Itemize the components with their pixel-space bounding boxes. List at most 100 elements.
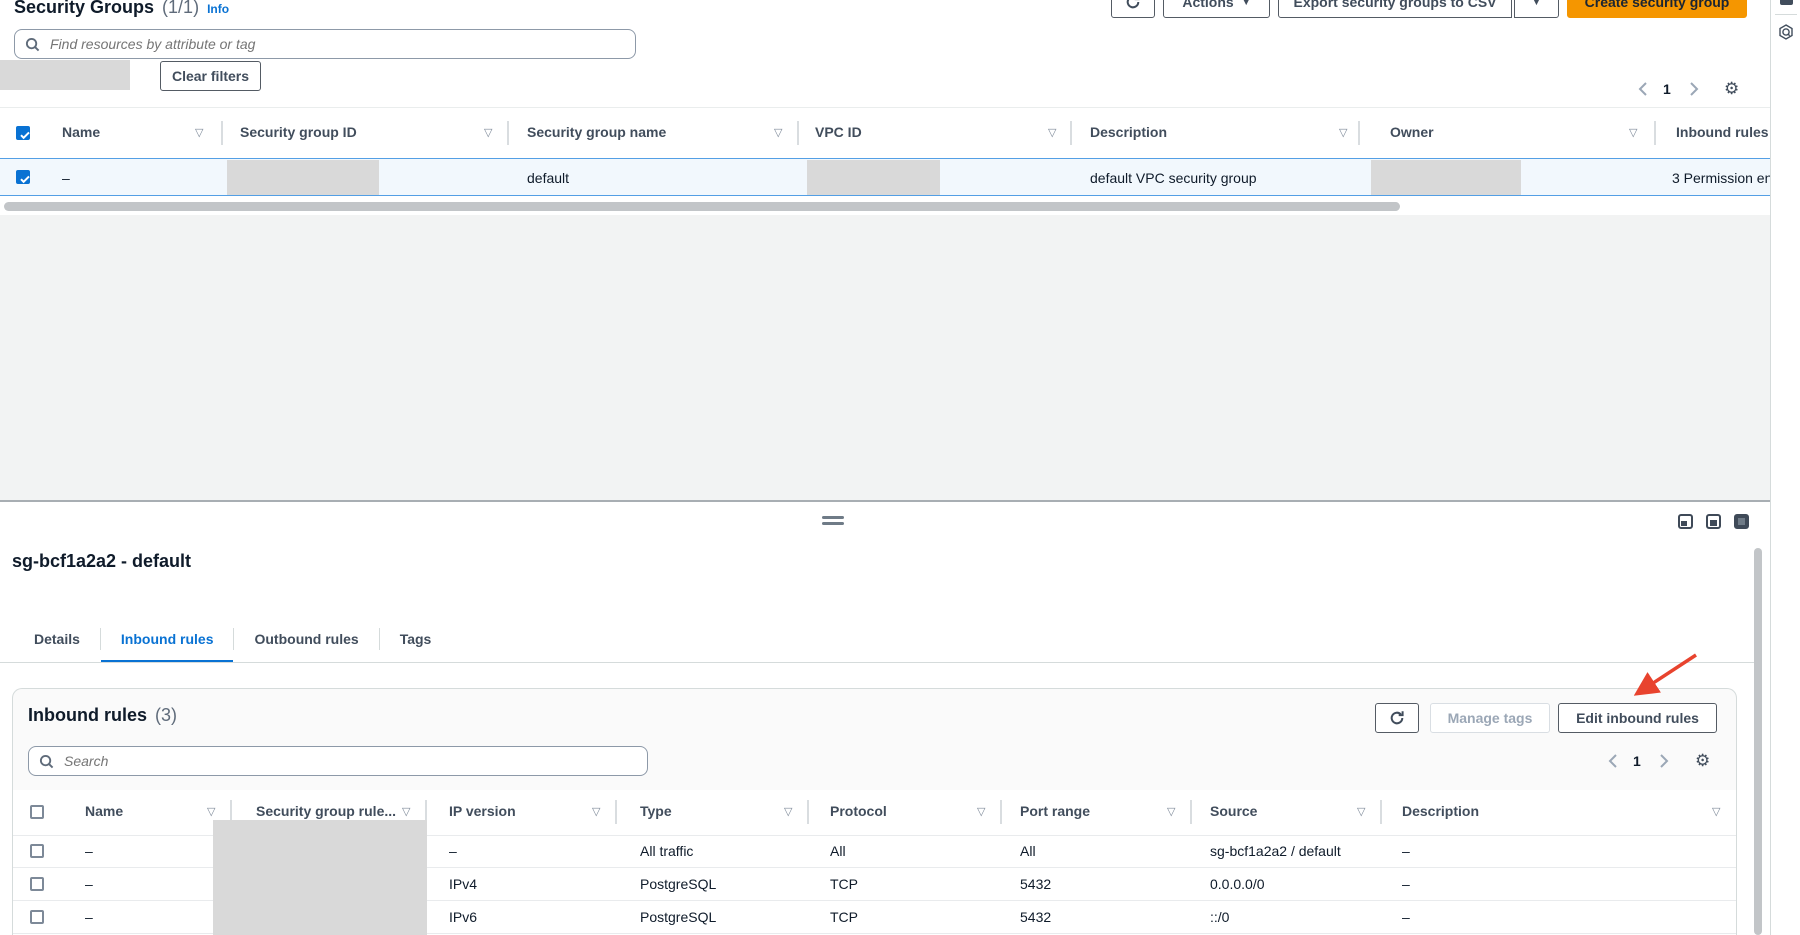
check-icon (18, 128, 32, 142)
annotation-arrow (1600, 648, 1710, 704)
sort-icon[interactable]: ▽ (1339, 126, 1347, 140)
rules-pagination-page[interactable]: 1 (1633, 753, 1641, 769)
manage-tags-label: Manage tags (1448, 710, 1533, 726)
sort-icon[interactable]: ▽ (195, 126, 203, 140)
sort-icon[interactable]: ▽ (1048, 126, 1056, 140)
create-security-group-button[interactable]: Create security group (1567, 0, 1747, 18)
cell-description: default VPC security group (1090, 170, 1257, 186)
rail-partial-icon[interactable] (1780, 0, 1793, 5)
refresh-button[interactable] (1111, 0, 1155, 18)
row-checkbox[interactable] (30, 844, 44, 858)
sort-icon[interactable]: ▽ (977, 805, 985, 819)
col-rule-id[interactable]: Security group rule... (256, 803, 396, 819)
col-type[interactable]: Type (640, 803, 672, 819)
sort-icon[interactable]: ▽ (784, 805, 792, 819)
row-checkbox[interactable] (30, 910, 44, 924)
rules-pagination-prev[interactable] (1608, 754, 1618, 771)
actions-button[interactable]: Actions ▼ (1163, 0, 1270, 18)
sort-icon[interactable]: ▽ (592, 805, 600, 819)
tab-tags[interactable]: Tags (380, 615, 452, 663)
clear-filters-button[interactable]: Clear filters (160, 61, 261, 91)
col-description[interactable]: Description (1090, 124, 1167, 140)
resource-count: (1/1) (162, 0, 199, 18)
tab-label: Outbound rules (254, 631, 358, 647)
inbound-rules-title: Inbound rules (28, 705, 147, 726)
security-groups-table: Name ▽ Security group ID ▽ Security group … (0, 107, 1770, 196)
split-panel-side-icon[interactable] (1706, 514, 1721, 529)
select-all-checkbox[interactable] (16, 126, 30, 140)
rail-status-button[interactable] (1778, 24, 1794, 43)
pagination-prev[interactable] (1638, 82, 1648, 99)
sort-icon[interactable]: ▽ (402, 805, 410, 819)
manage-tags-button[interactable]: Manage tags (1430, 703, 1550, 733)
gear-icon: ⚙ (1695, 751, 1710, 770)
row-checkbox[interactable] (30, 877, 44, 891)
sort-icon[interactable]: ▽ (774, 126, 782, 140)
info-link[interactable]: Info (207, 2, 229, 16)
row-checkbox[interactable] (16, 170, 30, 184)
hexagon-status-icon (1778, 24, 1794, 40)
export-csv-button[interactable]: Export security groups to CSV (1278, 0, 1512, 18)
refresh-rules-button[interactable] (1375, 703, 1419, 733)
col-owner[interactable]: Owner (1390, 124, 1434, 140)
split-panel-border (0, 500, 1770, 502)
split-panel-drag-handle[interactable] (822, 516, 844, 525)
col-inbound-rules-count[interactable]: Inbound rules c (1676, 124, 1770, 140)
pagination-next[interactable] (1689, 82, 1699, 99)
cell-source: ::/0 (1210, 909, 1229, 925)
split-panel-detached-icon[interactable] (1734, 514, 1749, 529)
gear-icon: ⚙ (1724, 79, 1739, 98)
col-name[interactable]: Name (85, 803, 123, 819)
detail-tabs: Details Inbound rules Outbound rules Tag… (14, 615, 451, 663)
sort-icon[interactable]: ▽ (1167, 805, 1175, 819)
rules-pagination-next[interactable] (1659, 754, 1669, 771)
col-port-range[interactable]: Port range (1020, 803, 1090, 819)
col-sg-name[interactable]: Security group name (527, 124, 666, 140)
table-row[interactable]: – default default VPC security group 3 P… (0, 158, 1770, 196)
cell-description: – (1402, 909, 1410, 925)
col-description[interactable]: Description (1402, 803, 1479, 819)
col-sg-id[interactable]: Security group ID (240, 124, 357, 140)
sort-icon[interactable]: ▽ (207, 805, 215, 819)
cell-port-range: 5432 (1020, 909, 1051, 925)
cell-type: PostgreSQL (640, 909, 716, 925)
inbound-rules-heading: Inbound rules (3) (28, 705, 177, 726)
select-all-rules-checkbox[interactable] (30, 805, 44, 819)
create-security-group-label: Create security group (1585, 0, 1730, 10)
pagination-page[interactable]: 1 (1663, 81, 1671, 97)
tab-details[interactable]: Details (14, 615, 100, 663)
col-name[interactable]: Name (62, 124, 100, 140)
horizontal-scrollbar-thumb[interactable] (4, 202, 1400, 211)
rules-search-input[interactable] (62, 752, 637, 770)
vertical-scrollbar-thumb[interactable] (1754, 548, 1762, 935)
column-divider (1000, 800, 1002, 824)
col-protocol[interactable]: Protocol (830, 803, 887, 819)
panel-position-glyph (1738, 518, 1745, 525)
split-panel-bottom-icon[interactable] (1678, 514, 1693, 529)
col-ip-version[interactable]: IP version (449, 803, 516, 819)
cell-description: – (1402, 876, 1410, 892)
sort-icon[interactable]: ▽ (1629, 126, 1637, 140)
table-preferences-button[interactable]: ⚙ (1724, 80, 1739, 97)
cell-protocol: TCP (830, 876, 858, 892)
cell-port-range: 5432 (1020, 876, 1051, 892)
table-header-row: Name ▽ Security group ID ▽ Security group … (0, 107, 1770, 159)
horizontal-scrollbar[interactable] (0, 200, 1770, 212)
cell-sg-id-redacted (227, 160, 379, 195)
sort-icon[interactable]: ▽ (484, 126, 492, 140)
sort-icon[interactable]: ▽ (1712, 805, 1720, 819)
cell-name: – (85, 909, 93, 925)
cell-name: – (85, 843, 93, 859)
sort-icon[interactable]: ▽ (1357, 805, 1365, 819)
chevron-left-icon (1638, 82, 1648, 96)
export-csv-dropdown-button[interactable]: ▼ (1514, 0, 1559, 18)
cell-owner-redacted (1371, 160, 1521, 195)
col-vpc-id[interactable]: VPC ID (815, 124, 862, 140)
rules-preferences-button[interactable]: ⚙ (1695, 752, 1710, 769)
col-source[interactable]: Source (1210, 803, 1257, 819)
cell-protocol: All (830, 843, 846, 859)
tab-inbound-rules[interactable]: Inbound rules (101, 615, 234, 663)
resource-filter-input[interactable] (48, 35, 625, 53)
edit-inbound-rules-button[interactable]: Edit inbound rules (1558, 703, 1717, 733)
tab-outbound-rules[interactable]: Outbound rules (234, 615, 378, 663)
